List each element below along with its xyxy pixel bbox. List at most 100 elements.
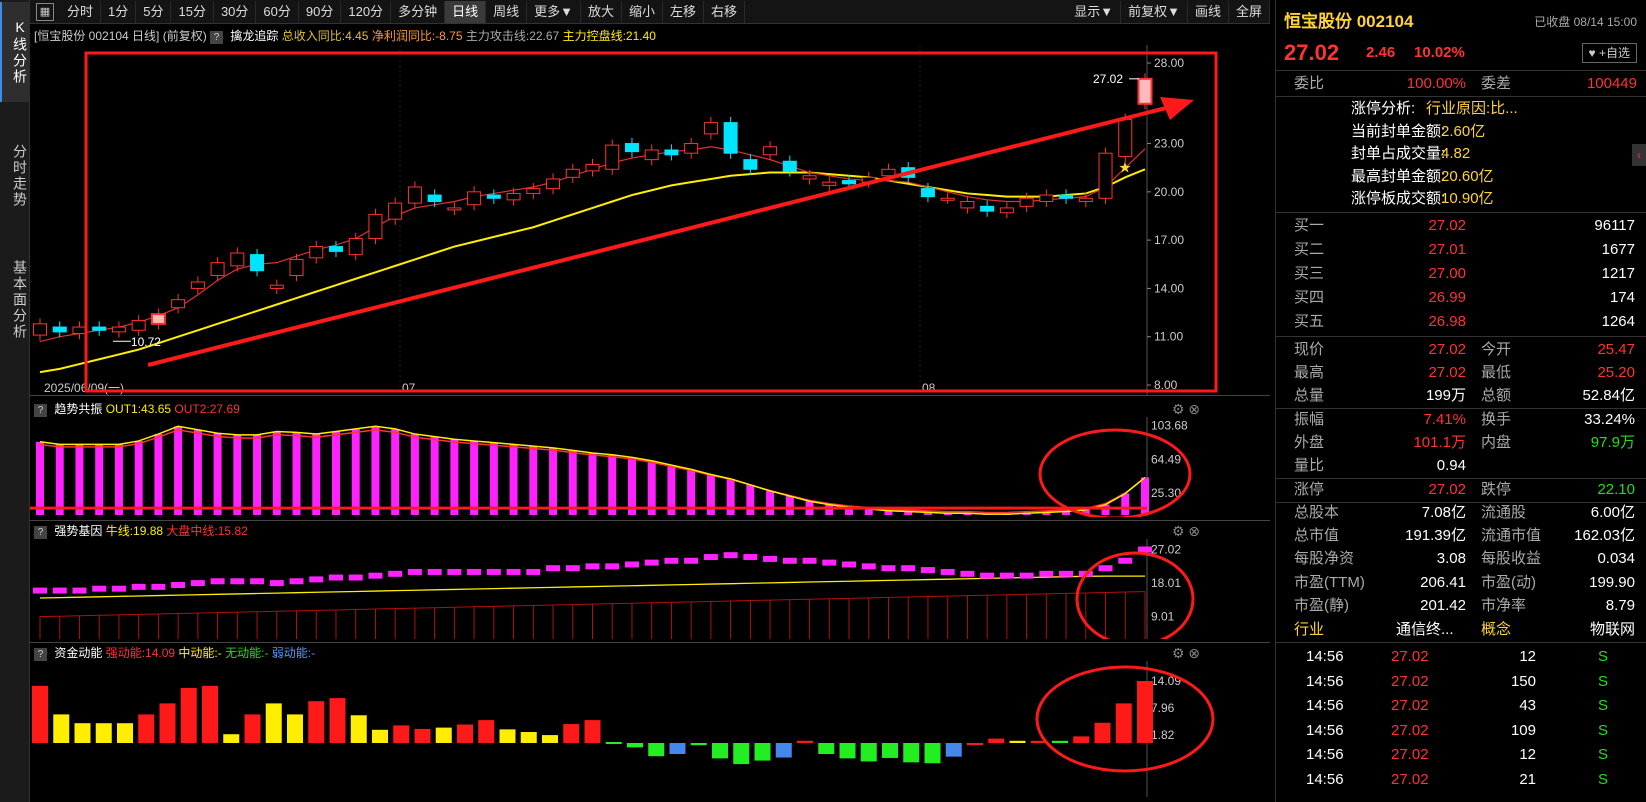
- toolbar: ▦ 分时 1分 5分 15分 30分 60分 90分 120分 多分钟 日线 周…: [30, 0, 1270, 24]
- close-icon[interactable]: ⊗: [1188, 645, 1200, 661]
- tb-multi-min[interactable]: 多分钟: [391, 0, 446, 23]
- help-icon[interactable]: ?: [210, 31, 224, 44]
- tb-draw[interactable]: 画线: [1188, 0, 1229, 23]
- panel2-chart[interactable]: 103.6864.4925.30: [30, 417, 1270, 517]
- tb-15min[interactable]: 15分: [171, 0, 214, 23]
- collapse-arrow-icon[interactable]: ‹: [1632, 144, 1646, 166]
- trend-bar: [785, 496, 794, 515]
- book-price: 26.98: [1428, 313, 1466, 330]
- panel2-out1: OUT1:43.65: [105, 402, 172, 416]
- tb-zoom-out[interactable]: 缩小: [622, 0, 664, 23]
- energy-bar: [53, 714, 70, 743]
- stat-value: 6.00亿: [1590, 504, 1635, 521]
- gene-block: [190, 580, 205, 587]
- trend-bar: [114, 444, 123, 515]
- gear-icon[interactable]: ⚙: [1172, 523, 1185, 539]
- energy-bar: [860, 743, 877, 762]
- trend-bar: [430, 436, 439, 515]
- limit-row[interactable]: 当前封单金额: 2.60亿: [1276, 121, 1646, 143]
- book-volume: 96117: [1594, 217, 1635, 234]
- close-icon[interactable]: ⊗: [1188, 401, 1200, 417]
- panel3-chart[interactable]: 27.0218.019.01: [30, 539, 1270, 639]
- stat-value: 201.42: [1420, 597, 1466, 614]
- sidebar-item-fundamental[interactable]: 基本面分析: [0, 250, 30, 350]
- tb-fenshi[interactable]: 分时: [60, 0, 102, 23]
- trend-bar: [95, 444, 104, 515]
- tb-90min[interactable]: 90分: [299, 0, 342, 23]
- gene-block: [210, 578, 225, 585]
- energy-bar: [223, 734, 240, 743]
- limit-row[interactable]: 涨停板成交额: 10.90亿: [1276, 188, 1646, 210]
- gene-block: [309, 576, 324, 583]
- panel3-name[interactable]: 强势基因: [54, 524, 102, 538]
- energy-bar: [32, 685, 48, 743]
- tb-right[interactable]: 右移: [704, 0, 746, 23]
- close-icon[interactable]: ⊗: [1188, 523, 1200, 539]
- price-change-pct: 10.02%: [1414, 44, 1465, 61]
- help-icon[interactable]: ?: [34, 526, 47, 539]
- gene-block: [427, 568, 442, 575]
- add-watchlist-button[interactable]: ♥ +自选: [1581, 43, 1637, 63]
- gear-icon[interactable]: ⚙: [1172, 401, 1185, 417]
- candle-body: [171, 299, 186, 309]
- panel3-bull-line: 牛线:19.88: [105, 524, 164, 538]
- tb-1min[interactable]: 1分: [101, 0, 137, 23]
- tb-left[interactable]: 左移: [663, 0, 705, 23]
- help-icon[interactable]: ?: [34, 404, 47, 417]
- tick-row: 14:56 27.02 12 S: [1276, 645, 1646, 669]
- help-icon[interactable]: ?: [34, 648, 47, 661]
- tb-60min[interactable]: 60分: [256, 0, 299, 23]
- tb-zoom-in[interactable]: 放大: [581, 0, 622, 23]
- panel2-name[interactable]: 趋势共振: [54, 402, 102, 416]
- indicator-name[interactable]: 擒龙追踪: [230, 29, 278, 43]
- tb-daily[interactable]: 日线: [445, 0, 487, 23]
- stat-value: 8.79: [1605, 597, 1635, 614]
- trend-bar: [529, 446, 538, 515]
- energy-bar: [775, 743, 792, 758]
- tb-120min[interactable]: 120分: [341, 0, 392, 23]
- tb-display[interactable]: 显示▼: [1067, 0, 1122, 23]
- limit-row[interactable]: 涨停分析: 行业原因:比...: [1276, 98, 1646, 120]
- concept-value[interactable]: 物联网: [1590, 618, 1635, 642]
- trend-bar: [193, 429, 202, 515]
- grid-icon[interactable]: ▦: [36, 2, 54, 21]
- candle-body: [624, 143, 639, 153]
- tick-row: 14:56 27.02 109 S: [1276, 719, 1646, 743]
- panel4-chart[interactable]: 14.097.961.82: [30, 661, 1270, 797]
- candle-body: [743, 159, 758, 170]
- sidebar-item-kline[interactable]: K线分析: [0, 2, 30, 102]
- energy-bar: [754, 743, 771, 761]
- book-volume: 174: [1609, 289, 1635, 306]
- tb-fullscreen[interactable]: 全屏: [1229, 0, 1270, 23]
- tb-weekly[interactable]: 周线: [486, 0, 528, 23]
- candle-body: [111, 326, 126, 333]
- main-kline-chart[interactable]: 28.0023.0020.0017.0014.0011.008.0027.021…: [30, 45, 1270, 395]
- energy-bar: [648, 743, 665, 757]
- tick-time: 14:56: [1306, 746, 1344, 763]
- sidebar-item-timeshare[interactable]: 分时走势: [0, 126, 30, 226]
- stat-value: 199.90: [1589, 574, 1635, 591]
- energy-bar: [1073, 736, 1090, 743]
- limit-row[interactable]: 封单占成交量: 4.82: [1276, 143, 1646, 165]
- limit-key: 封单占成交量:: [1351, 145, 1446, 162]
- panel3-market-line: 大盘中线:15.82: [166, 524, 248, 538]
- limit-row[interactable]: 最高封单金额: 20.60亿: [1276, 166, 1646, 188]
- book-price: 27.00: [1428, 265, 1466, 282]
- trend-bar: [1121, 493, 1130, 515]
- stat-row: 总量 199万 总额 52.84亿: [1276, 384, 1646, 408]
- stat-value: 0.034: [1597, 550, 1635, 567]
- tb-30min[interactable]: 30分: [214, 0, 257, 23]
- book-level: 买二: [1294, 241, 1325, 258]
- panel4-name[interactable]: 资金动能: [54, 646, 102, 660]
- limit-key: 涨停分析:: [1351, 100, 1416, 117]
- candle-body: [269, 284, 284, 289]
- tb-5min[interactable]: 5分: [136, 0, 172, 23]
- tb-more[interactable]: 更多▼: [527, 0, 581, 23]
- tick-volume: 12: [1519, 648, 1536, 665]
- gear-icon[interactable]: ⚙: [1172, 645, 1185, 661]
- trend-bar: [410, 434, 419, 515]
- trend-bar: [489, 442, 498, 515]
- y-tick-label: 64.49: [1151, 452, 1181, 466]
- tb-adjust[interactable]: 前复权▼: [1121, 0, 1188, 23]
- industry-value[interactable]: 通信终...: [1396, 618, 1454, 642]
